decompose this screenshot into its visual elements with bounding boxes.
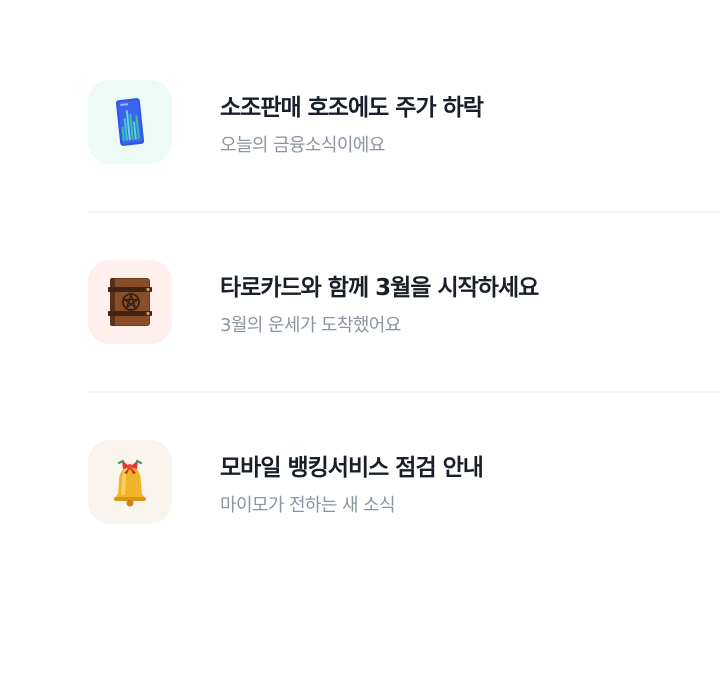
divider xyxy=(88,211,720,213)
item-subtitle: 마이모가 전하는 새 소식 xyxy=(220,495,396,516)
item-title: 타로카드와 함께 3월을 시작하세요 xyxy=(220,275,539,301)
item-subtitle: 3월의 운세가 도착했어요 xyxy=(220,315,401,336)
item-title: 소조판매 호조에도 주가 하락 xyxy=(220,95,484,121)
item-title: 모바일 뱅킹서비스 점검 안내 xyxy=(220,455,484,481)
item-thumbnail xyxy=(88,440,172,524)
item-thumbnail xyxy=(88,260,172,344)
feed-item-maintenance[interactable]: 모바일 뱅킹서비스 점검 안내 마이모가 전하는 새 소식 xyxy=(88,440,720,524)
item-thumbnail xyxy=(88,80,172,164)
divider xyxy=(88,391,720,393)
item-subtitle: 오늘의 금융소식이에요 xyxy=(220,135,385,156)
phone-chart-icon xyxy=(115,98,145,146)
spellbook-icon xyxy=(108,278,152,326)
notification-feed: 소조판매 호조에도 주가 하락 오늘의 금융소식이에요 타로카드와 함께 3월을… xyxy=(88,80,720,524)
bell-icon xyxy=(114,459,146,507)
feed-item-stock-news[interactable]: 소조판매 호조에도 주가 하락 오늘의 금융소식이에요 xyxy=(88,80,720,164)
feed-item-tarot[interactable]: 타로카드와 함께 3월을 시작하세요 3월의 운세가 도착했어요 xyxy=(88,260,720,344)
